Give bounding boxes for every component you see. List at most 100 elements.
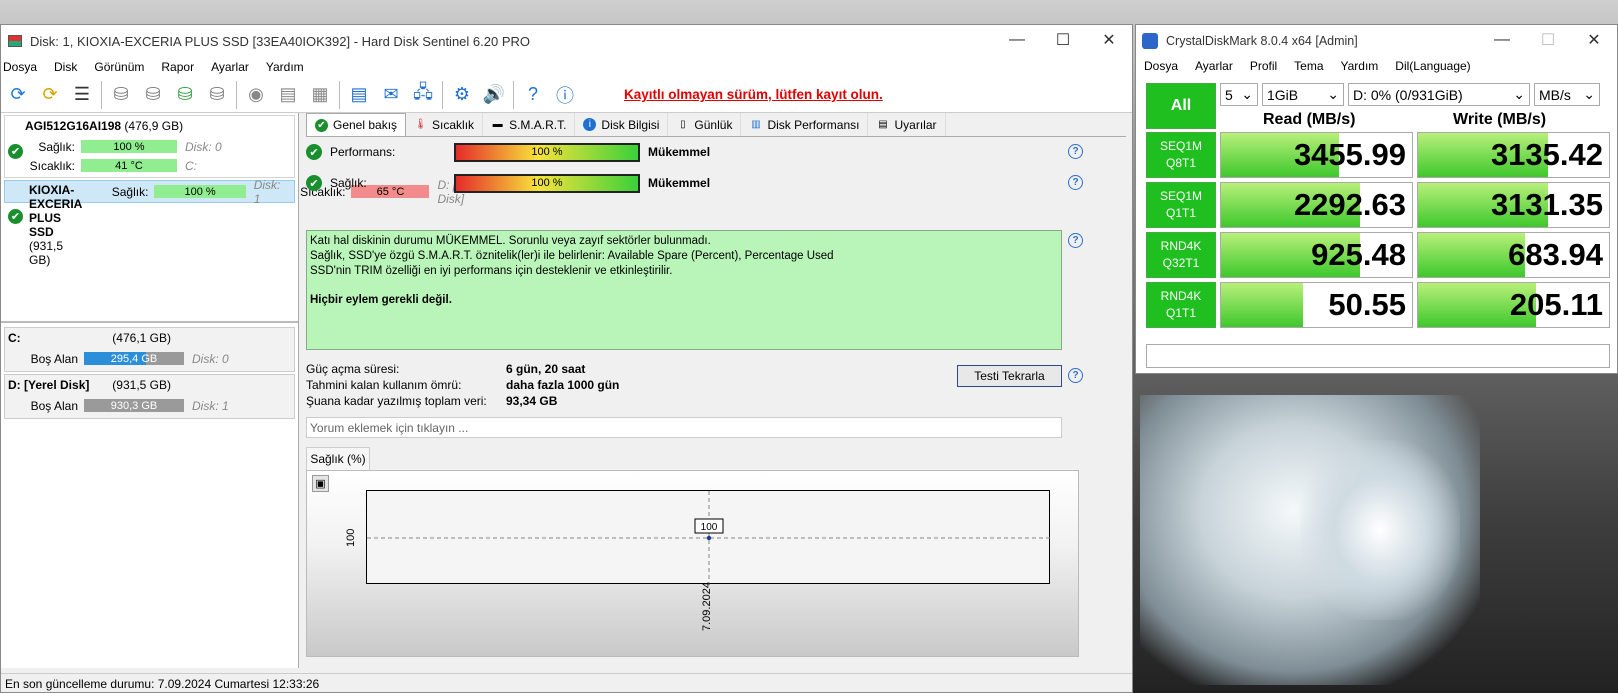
minimize-button[interactable]: — (994, 25, 1040, 55)
tab-performance[interactable]: ▥ Disk Performansı (741, 113, 869, 136)
comment-field[interactable] (1146, 344, 1610, 368)
info-key: Güç açma süresi: (306, 362, 400, 376)
help-icon[interactable]: ? (1068, 233, 1083, 248)
save-icon[interactable]: ▣ (312, 475, 329, 492)
hds-titlebar: Disk: 1, KIOXIA-EXCERIA PLUS SSD [33EA40… (1, 25, 1132, 57)
tab-overview[interactable]: ✔ Genel bakış (306, 113, 407, 136)
disk-item-0[interactable]: AGI512G16AI198 (476,9 GB) ✔ Sağlık: 100 %… (4, 115, 295, 178)
tab-temperature[interactable]: 🌡 Sıcaklık (406, 113, 484, 136)
disk-ok-icon[interactable]: ⛁ (172, 82, 198, 108)
count-select[interactable]: 5 ⌄ (1220, 83, 1258, 106)
menu-disk[interactable]: Disk (54, 60, 77, 74)
chart-icon: ▥ (751, 119, 761, 130)
retest-button[interactable]: Testi Tekrarla (957, 365, 1062, 387)
disk-stack-icon[interactable]: ▤ (275, 82, 301, 108)
test-seq1m-q8t1-button[interactable]: SEQ1M Q8T1 (1146, 132, 1216, 178)
help-icon[interactable]: ? (1068, 368, 1083, 383)
help-icon[interactable]: ? (1068, 175, 1083, 190)
ice-highlight (1300, 440, 1460, 620)
menu-language[interactable]: Dil(Language) (1395, 59, 1470, 73)
message-line: Sağlık, SSD'ye özgü S.M.A.R.T. öznitelik… (310, 250, 834, 262)
minimize-button[interactable]: — (1479, 25, 1525, 55)
alert-icon: ▤ (878, 119, 888, 130)
disk-item-1[interactable]: KIOXIA-EXCERIA PLUS SSD (931,5 GB) ✔ Sağ… (4, 177, 484, 267)
disk-number: Disk: 1 (253, 177, 281, 206)
test-seq1m-q1t1-button[interactable]: SEQ1M Q1T1 (1146, 182, 1216, 228)
read-header: Read (MB/s) (1263, 111, 1356, 128)
volume-name: C: (8, 331, 21, 345)
disk-number: Disk: 0 (185, 139, 222, 154)
size-select[interactable]: 1GiB ⌄ (1262, 83, 1344, 106)
menu-yardim[interactable]: Yardım (266, 60, 304, 74)
maximize-button[interactable]: ☐ (1525, 25, 1571, 55)
maximize-button[interactable]: ☐ (1040, 25, 1086, 55)
health-label: Sağlık: (111, 184, 149, 199)
status-message-box: Katı hal diskinin durumu MÜKEMMEL. Sorun… (306, 230, 1062, 350)
register-link[interactable]: Kayıtlı olmayan sürüm, lütfen kayıt olun… (624, 87, 883, 102)
hds-window-title: Disk: 1, KIOXIA-EXCERIA PLUS SSD [33EA40… (30, 33, 530, 49)
unit-select[interactable]: MB/s ⌄ (1534, 83, 1600, 106)
chevron-down-icon: ⌄ (1241, 86, 1253, 102)
result-row: RND4K Q32T1 925.48 683.94 (1146, 232, 1610, 278)
comment-input[interactable]: Yorum eklemek için tıklayın ... (306, 417, 1062, 438)
info-key: Tahmini kalan kullanım ömrü: (306, 378, 462, 392)
sound-icon[interactable]: 🔊 (481, 82, 507, 108)
check-icon: ✔ (315, 118, 328, 132)
menu-ayarlar[interactable]: Ayarlar (1195, 59, 1233, 73)
info-key: Şuana kadar yazılmış toplam veri: (306, 394, 487, 408)
write-result: 683.94 (1417, 232, 1610, 278)
disk-drive-icon[interactable]: ◉ (243, 82, 269, 108)
info-value: daha fazla 1000 gün (506, 378, 620, 392)
settings-icon[interactable]: ⚙ (449, 82, 475, 108)
menu-tema[interactable]: Tema (1294, 59, 1323, 73)
volume-item-d[interactable]: D: [Yerel Disk] (931,5 GB) Boş Alan 930,3 … (4, 374, 295, 419)
cdm-window-title: CrystalDiskMark 8.0.4 x64 [Admin] (1166, 33, 1358, 48)
menu-ayarlar[interactable]: Ayarlar (211, 60, 249, 74)
test-rnd4k-q32t1-button[interactable]: RND4K Q32T1 (1146, 232, 1216, 278)
cdm-titlebar: CrystalDiskMark 8.0.4 x64 [Admin] — ☐ ✕ (1136, 25, 1617, 56)
health-ok-icon: ✔ (8, 209, 23, 224)
close-button[interactable]: ✕ (1086, 25, 1132, 55)
volume-item-c[interactable]: C: (476,1 GB) Boş Alan 295,4 GB Disk: 0 (4, 327, 295, 372)
tab-smart[interactable]: ▬ S.M.A.R.T. (483, 113, 576, 136)
help-icon[interactable]: ? (520, 82, 546, 108)
test-rnd4k-q1t1-button[interactable]: RND4K Q1T1 (1146, 282, 1216, 328)
chart-tab-health[interactable]: Sağlık (%) (306, 447, 370, 470)
menu-dosya[interactable]: Dosya (3, 60, 37, 74)
disk-list-icon[interactable]: ☰ (69, 82, 95, 108)
close-button[interactable]: ✕ (1571, 25, 1617, 55)
free-space-label: Boş Alan (30, 398, 78, 413)
disk-size: (931,5 GB) (29, 238, 64, 267)
disk-search-icon[interactable]: ⛁ (204, 82, 230, 108)
hds-window: Disk: 1, KIOXIA-EXCERIA PLUS SSD [33EA40… (0, 24, 1133, 693)
tab-alerts[interactable]: ▤ Uyarılar (868, 113, 946, 136)
write-header: Write (MB/s) (1453, 111, 1547, 128)
health-row: ✔ Sağlık: 100 % Mükemmel (306, 172, 710, 194)
about-icon[interactable]: ⓘ (552, 82, 578, 108)
disk-schedule-icon[interactable]: ⛁ (140, 82, 166, 108)
help-icon[interactable]: ? (1068, 144, 1083, 159)
menu-gorunum[interactable]: Görünüm (94, 60, 144, 74)
menu-rapor[interactable]: Rapor (161, 60, 194, 74)
health-ok-icon: ✔ (8, 144, 23, 159)
refresh-all-icon[interactable]: ⟳ (37, 82, 63, 108)
usb-drive-icon[interactable]: ▦ (307, 82, 333, 108)
tab-disk-info[interactable]: i Disk Bilgisi (575, 113, 669, 136)
message-line: Katı hal diskinin durumu MÜKEMMEL. Sorun… (310, 235, 711, 247)
menu-profil[interactable]: Profil (1250, 59, 1277, 73)
drive-select[interactable]: D: 0% (0/931GiB) ⌄ (1348, 83, 1530, 106)
all-button[interactable]: All (1146, 83, 1216, 129)
menu-dosya[interactable]: Dosya (1144, 59, 1178, 73)
network-icon[interactable]: 🖧 (410, 82, 436, 108)
thermometer-icon: 🌡 (414, 119, 427, 130)
report-icon[interactable]: ▤ (346, 82, 372, 108)
tab-bar: ✔ Genel bakış 🌡 Sıcaklık ▬ S.M.A.R.T. i Disk… (306, 113, 1126, 137)
check-icon: ✔ (306, 144, 322, 160)
mail-icon[interactable]: ✉ (378, 82, 404, 108)
disk-surface-icon[interactable]: ⛁ (108, 82, 134, 108)
menu-yardim[interactable]: Yardım (1341, 59, 1379, 73)
x-tick-label: 7.09.2024 (701, 582, 713, 631)
write-result: 3131.35 (1417, 182, 1610, 228)
tab-log[interactable]: ▯ Günlük (668, 113, 742, 136)
refresh-icon[interactable]: ⟳ (5, 82, 31, 108)
